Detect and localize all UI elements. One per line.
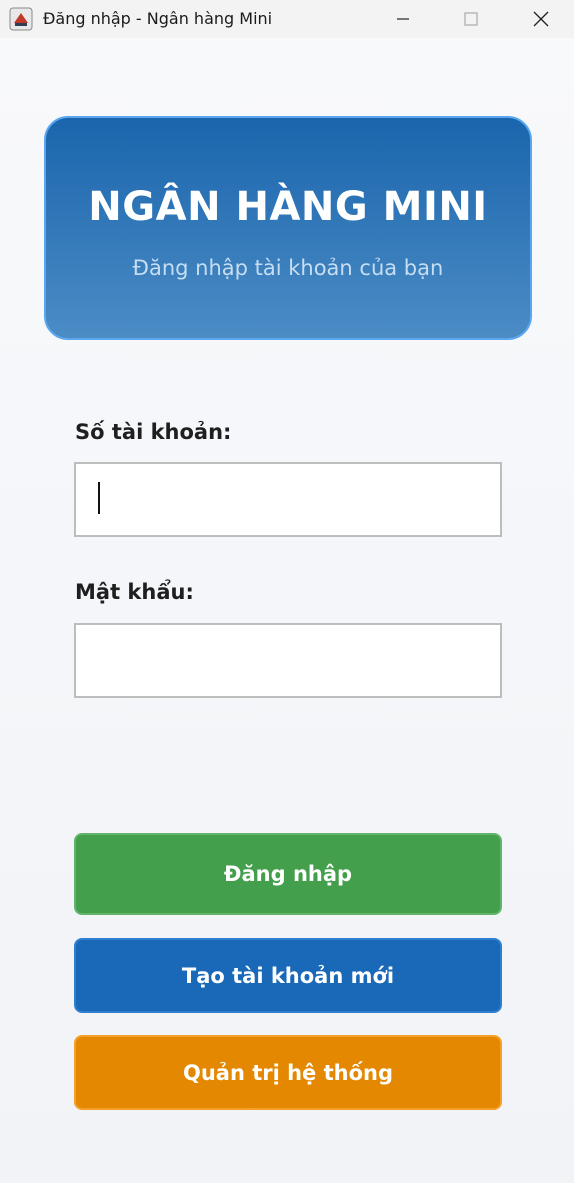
header-banner: NGÂN HÀNG MINI Đăng nhập tài khoản của b… [44, 116, 532, 340]
window-title: Đăng nhập - Ngân hàng Mini [43, 9, 273, 28]
text-caret [98, 482, 100, 514]
minimize-icon [397, 18, 409, 20]
close-icon [533, 11, 549, 27]
login-subtitle: Đăng nhập tài khoản của bạn [132, 256, 444, 280]
login-button[interactable]: Đăng nhập [74, 833, 502, 915]
bank-title: NGÂN HÀNG MINI [88, 184, 488, 230]
title-bar: Đăng nhập - Ngân hàng Mini [0, 0, 574, 38]
maximize-icon [464, 12, 478, 26]
password-input[interactable] [74, 623, 502, 698]
minimize-button[interactable] [368, 0, 438, 38]
account-number-label: Số tài khoản: [75, 420, 232, 444]
create-account-button[interactable]: Tạo tài khoản mới [74, 938, 502, 1013]
close-button[interactable] [506, 0, 574, 38]
java-app-icon [9, 7, 33, 31]
password-label: Mật khẩu: [75, 580, 194, 604]
account-number-input[interactable] [74, 462, 502, 537]
maximize-button[interactable] [436, 0, 506, 38]
admin-button[interactable]: Quản trị hệ thống [74, 1035, 502, 1110]
